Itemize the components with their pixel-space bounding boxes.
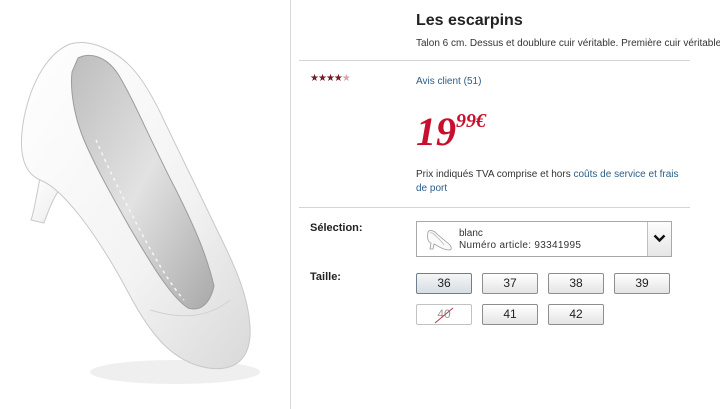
divider bbox=[299, 207, 690, 208]
product-title: Les escarpins bbox=[416, 12, 523, 29]
divider bbox=[299, 60, 690, 61]
product-image[interactable] bbox=[0, 0, 291, 409]
reviews-link[interactable]: Avis client (51) bbox=[416, 76, 481, 87]
chevron-down-icon bbox=[653, 234, 666, 243]
price-note: Prix indiqués TVA comprise et hors coûts… bbox=[416, 168, 691, 196]
shoe-thumbnail-icon bbox=[427, 230, 452, 251]
product-page: Les escarpins Talon 6 cm. Dessus et doub… bbox=[0, 0, 720, 409]
variant-select[interactable]: blanc Numéro article: 93341995 bbox=[416, 221, 672, 257]
price: 1999€ bbox=[416, 109, 486, 154]
size-option-37[interactable]: 37 bbox=[482, 273, 538, 294]
size-option-39[interactable]: 39 bbox=[614, 273, 670, 294]
size-option-38[interactable]: 38 bbox=[548, 273, 604, 294]
star-icon: ★ bbox=[333, 73, 343, 84]
rating-stars[interactable]: ★★★★★ bbox=[310, 73, 351, 84]
star-icon: ★ bbox=[325, 73, 335, 84]
product-description: Talon 6 cm. Dessus et doublure cuir véri… bbox=[416, 38, 720, 49]
unavailable-strike-icon bbox=[434, 307, 454, 324]
article-number: Numéro article: 93341995 bbox=[459, 240, 582, 251]
star-empty-icon: ★ bbox=[341, 73, 351, 84]
selected-color: blanc bbox=[459, 228, 483, 239]
star-icon: ★ bbox=[317, 73, 327, 84]
size-label: Taille: bbox=[310, 271, 341, 283]
dropdown-button[interactable] bbox=[647, 222, 671, 256]
size-option-41[interactable]: 41 bbox=[482, 304, 538, 325]
product-details: Les escarpins Talon 6 cm. Dessus et doub… bbox=[291, 0, 720, 409]
size-option-42[interactable]: 42 bbox=[548, 304, 604, 325]
size-option-40[interactable]: 40 bbox=[416, 304, 472, 325]
selection-label: Sélection: bbox=[310, 222, 363, 234]
price-note-text: Prix indiqués TVA comprise et hors bbox=[416, 169, 574, 180]
price-integer: 19 bbox=[416, 109, 456, 154]
white-pump-shoe-image bbox=[20, 41, 260, 384]
star-icon: ★ bbox=[310, 73, 319, 84]
price-decimals: 99€ bbox=[456, 110, 486, 132]
size-option-36[interactable]: 36 bbox=[416, 273, 472, 294]
